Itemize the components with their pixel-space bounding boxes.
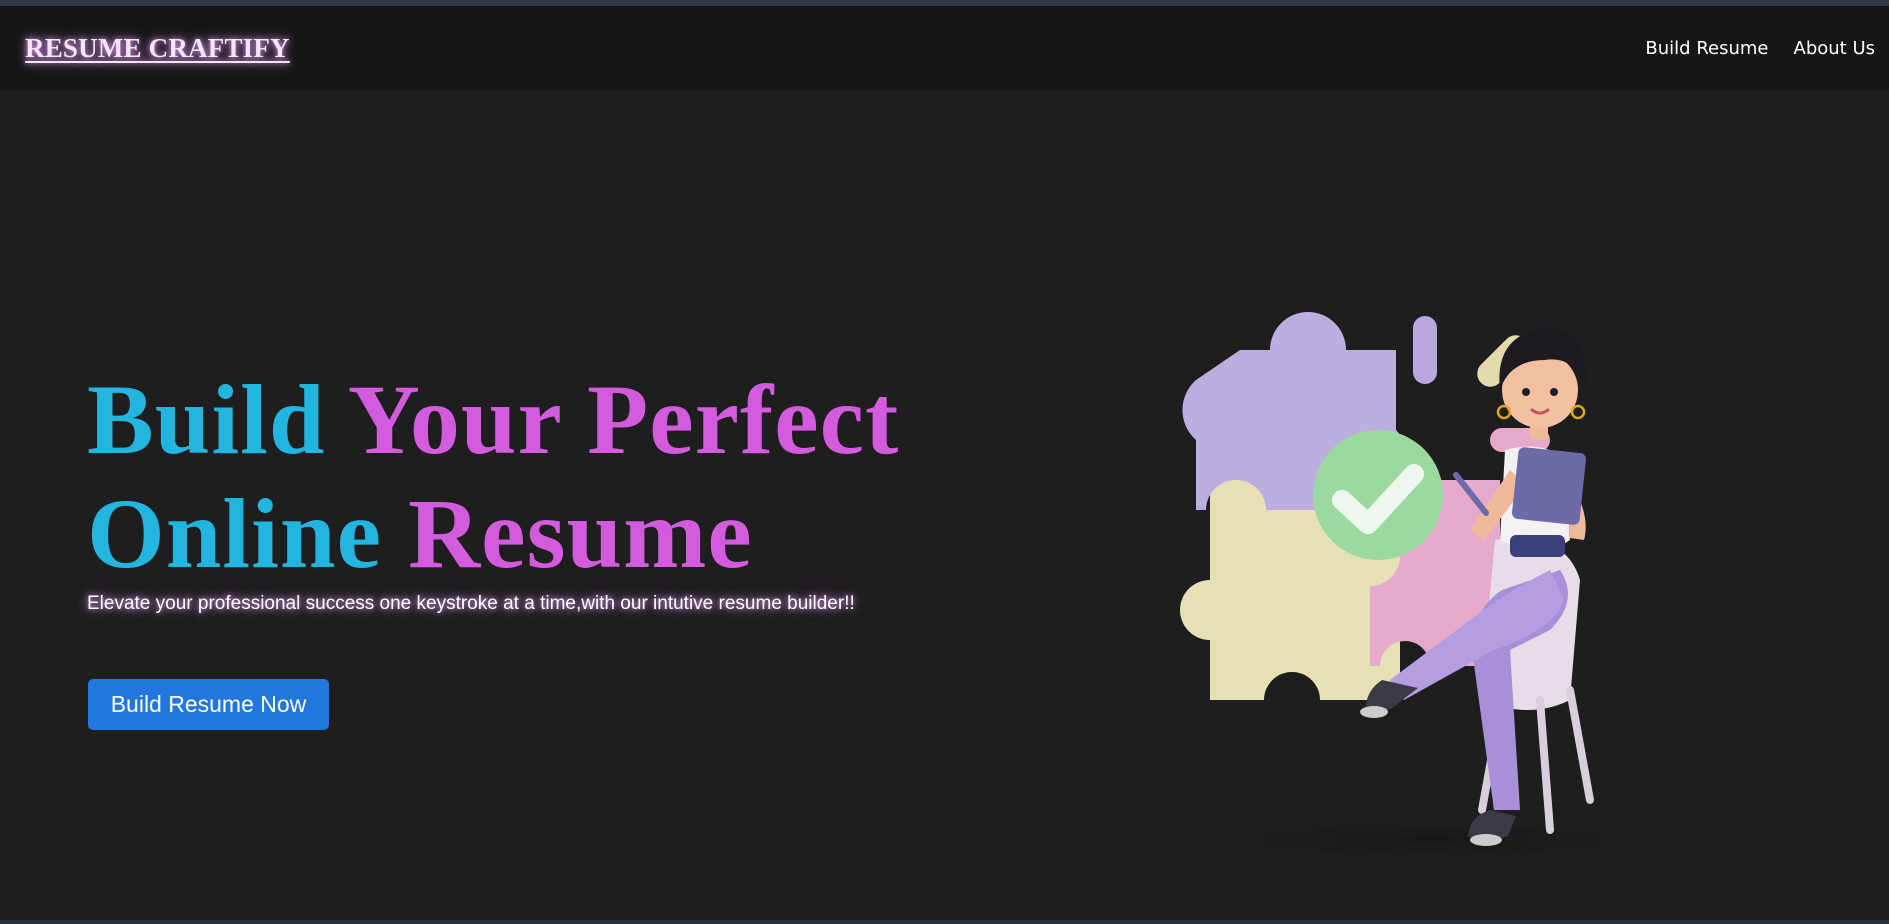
build-resume-now-button[interactable]: Build Resume Now — [88, 679, 329, 730]
navbar: RESUME CRAFTIFY Build Resume About Us — [0, 6, 1889, 90]
hero-illustration — [1130, 280, 1690, 860]
nav-links: Build Resume About Us — [1645, 38, 1875, 59]
hero-subtitle: Elevate your professional success one ke… — [87, 593, 855, 614]
hero-title-word-build: Build — [87, 364, 326, 475]
window-bottom-strip — [0, 920, 1889, 924]
hero-title-word-online: Online — [87, 478, 382, 589]
hero-title-words-your-perfect: Your Perfect — [347, 364, 900, 475]
nav-link-build-resume[interactable]: Build Resume — [1645, 38, 1768, 59]
hero-title: Build Your Perfect Online Resume — [87, 363, 899, 591]
page: RESUME CRAFTIFY Build Resume About Us Bu… — [0, 0, 1889, 924]
woman-with-tablet-and-puzzle-illustration-icon — [1180, 312, 1630, 858]
brand-logo-link[interactable]: RESUME CRAFTIFY — [25, 33, 290, 64]
hero-title-word-resume: Resume — [407, 478, 753, 589]
nav-link-about-us[interactable]: About Us — [1794, 38, 1876, 59]
